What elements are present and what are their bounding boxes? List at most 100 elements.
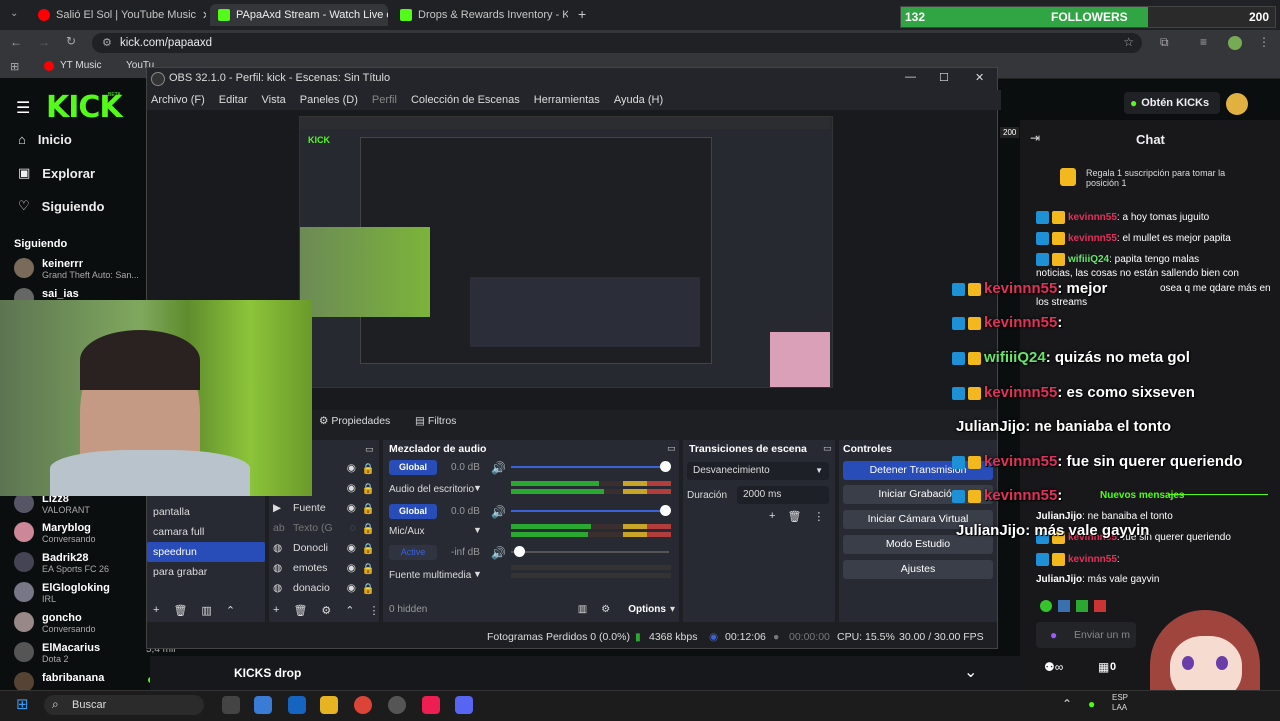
profile-avatar[interactable] bbox=[1226, 93, 1248, 115]
following-user[interactable]: goncho Conversando bbox=[14, 612, 96, 634]
new-messages-divider[interactable]: Nuevos mensajes bbox=[1100, 490, 1185, 501]
visibility-icon[interactable]: ◉ bbox=[347, 542, 356, 554]
points-icon[interactable]: ⚉∞ bbox=[1044, 660, 1063, 674]
following-user[interactable]: ElMacarius Dota 2 bbox=[14, 642, 100, 664]
mic-tray-icon[interactable]: ● bbox=[1088, 697, 1095, 711]
lock-icon[interactable]: 🔒 bbox=[362, 462, 375, 475]
close-icon[interactable]: ✕ bbox=[202, 9, 206, 22]
dock-menu-icon[interactable]: ▭ bbox=[365, 444, 374, 455]
tab-search-icon[interactable]: ⌄ bbox=[10, 8, 18, 19]
more-menu-icon[interactable]: ⋮ bbox=[1258, 35, 1270, 49]
browser-tab-kick-stream[interactable]: PApaAxd Stream - Watch Live o ✕ bbox=[210, 4, 388, 26]
remove-scene-icon[interactable]: 🗑 bbox=[173, 604, 187, 617]
windows-start-icon[interactable]: ⊞ bbox=[16, 695, 29, 713]
more-icon[interactable]: ⋮ bbox=[369, 604, 380, 617]
emote-icon[interactable] bbox=[1094, 600, 1106, 612]
taskbar-search[interactable]: ⌕ Buscar bbox=[44, 695, 204, 715]
scene-filters-icon[interactable]: ▥ bbox=[201, 604, 211, 617]
volume-handle[interactable] bbox=[660, 461, 671, 472]
visibility-icon[interactable]: ◉ bbox=[347, 582, 356, 594]
back-icon[interactable]: ← bbox=[10, 35, 22, 49]
menu-perfil[interactable]: Perfil bbox=[372, 94, 397, 106]
browser-tab-youtube-music[interactable]: Salió El Sol | YouTube Music ✕ bbox=[30, 4, 206, 26]
lock-icon[interactable]: 🔒 bbox=[362, 582, 375, 595]
media-icon[interactable]: ≡ bbox=[1200, 35, 1207, 49]
scene-item[interactable]: para grabar bbox=[147, 562, 265, 582]
mixer-global-button[interactable]: Global bbox=[389, 504, 437, 519]
mixer-global-button[interactable]: Global bbox=[389, 460, 437, 475]
forward-icon[interactable]: → bbox=[38, 35, 50, 49]
emote-icon[interactable] bbox=[1058, 600, 1070, 612]
mixer-settings-icon[interactable]: ⚙ bbox=[601, 604, 610, 615]
scene-item[interactable]: pantalla bbox=[147, 502, 265, 522]
new-tab-button[interactable]: + bbox=[578, 6, 586, 22]
volume-slider[interactable] bbox=[511, 551, 669, 553]
maximize-icon[interactable]: ☐ bbox=[939, 71, 949, 84]
following-user[interactable]: Maryblog Conversando bbox=[14, 522, 96, 544]
track-dropdown-icon[interactable]: ▼ bbox=[473, 525, 482, 535]
lock-icon[interactable]: 🔒 bbox=[362, 522, 375, 535]
options-dropdown[interactable]: Options bbox=[628, 604, 666, 615]
nav-inicio[interactable]: ⌂ Inicio bbox=[18, 132, 72, 147]
source-item[interactable]: ab Texto (G ◌ 🔒 bbox=[273, 518, 375, 538]
get-kicks-button[interactable]: ● Obtén KICKs bbox=[1124, 92, 1220, 114]
volume-slider[interactable] bbox=[511, 510, 669, 512]
transition-select[interactable]: Desvanecimiento ▼ bbox=[687, 462, 829, 480]
scene-item[interactable]: camara full bbox=[147, 522, 265, 542]
emote-icon[interactable] bbox=[1076, 600, 1088, 612]
scene-item-selected[interactable]: speedrun bbox=[147, 542, 265, 562]
remove-source-icon[interactable]: 🗑 bbox=[293, 604, 307, 617]
volume-handle[interactable] bbox=[514, 546, 525, 557]
volume-slider[interactable] bbox=[511, 466, 669, 468]
menu-archivo[interactable]: Archivo (F) bbox=[151, 94, 205, 106]
site-info-icon[interactable]: ⚙ bbox=[102, 36, 112, 49]
language-indicator[interactable]: ESP LAA bbox=[1112, 693, 1128, 713]
source-item[interactable]: ◍ emotes ◉ 🔒 bbox=[273, 558, 375, 578]
visibility-icon[interactable]: ◉ bbox=[347, 502, 356, 514]
following-user[interactable]: keinerrr Grand Theft Auto: San... bbox=[14, 258, 139, 280]
speaker-icon[interactable]: 🔊 bbox=[491, 461, 506, 475]
mixer-active-button[interactable]: Active bbox=[389, 545, 437, 560]
obs-taskbar-icon[interactable] bbox=[388, 696, 406, 714]
bookmark-yt-music[interactable]: YT Music bbox=[60, 60, 102, 71]
discord-icon[interactable] bbox=[455, 696, 473, 714]
chrome-icon[interactable] bbox=[354, 696, 372, 714]
add-transition-icon[interactable]: + bbox=[769, 510, 775, 523]
remove-transition-icon[interactable]: 🗑 bbox=[787, 510, 801, 523]
track-dropdown-icon[interactable]: ▼ bbox=[473, 483, 482, 493]
speaker-icon[interactable]: 🔊 bbox=[491, 546, 506, 560]
lock-icon[interactable]: 🔒 bbox=[362, 542, 375, 555]
visibility-icon[interactable]: ◌ bbox=[350, 522, 356, 534]
visibility-icon[interactable]: ◉ bbox=[347, 462, 356, 474]
extensions-icon[interactable]: ⧉ bbox=[1160, 35, 1169, 50]
source-item[interactable]: ◍ donacio ◉ 🔒 bbox=[273, 578, 375, 598]
close-icon[interactable]: ✕ bbox=[975, 71, 984, 84]
menu-paneles[interactable]: Paneles (D) bbox=[300, 94, 358, 106]
following-user[interactable]: Badrik28 EA Sports FC 26 bbox=[14, 552, 109, 574]
menu-icon[interactable]: ☰ bbox=[16, 98, 30, 118]
tiktok-icon[interactable] bbox=[422, 696, 440, 714]
collapse-chat-icon[interactable]: ⇥ bbox=[1030, 131, 1040, 145]
following-user[interactable]: Lizz8 VALORANT bbox=[14, 493, 90, 515]
emote-row[interactable] bbox=[1040, 600, 1106, 612]
url-field[interactable]: ⚙ kick.com/papaaxd ☆ bbox=[92, 33, 1142, 53]
task-view-icon[interactable] bbox=[222, 696, 240, 714]
chevron-down-icon[interactable]: ▾ bbox=[670, 604, 675, 615]
dock-menu-icon[interactable]: ▭ bbox=[667, 443, 676, 454]
shop-icon[interactable]: ▦ bbox=[1098, 660, 1109, 674]
kicks-drop-bar[interactable]: KICKS drop ⌄ bbox=[150, 656, 1020, 690]
menu-herramientas[interactable]: Herramientas bbox=[534, 94, 600, 106]
visibility-icon[interactable]: ◉ bbox=[347, 562, 356, 574]
volume-handle[interactable] bbox=[660, 505, 671, 516]
more-icon[interactable]: ⋮ bbox=[813, 510, 824, 523]
chat-input[interactable]: ● Enviar un m bbox=[1036, 622, 1136, 648]
minimize-icon[interactable]: — bbox=[905, 71, 916, 83]
move-up-icon[interactable]: ⌃ bbox=[226, 604, 235, 617]
source-item[interactable]: ▶ Fuente ◉ 🔒 bbox=[273, 498, 375, 518]
following-user[interactable]: fabribanana bbox=[14, 672, 104, 692]
emote-icon[interactable] bbox=[1040, 600, 1052, 612]
copilot-icon[interactable] bbox=[254, 696, 272, 714]
dock-menu-icon[interactable]: ▭ bbox=[823, 443, 832, 454]
properties-button[interactable]: ⚙ Propiedades bbox=[319, 415, 390, 427]
source-item[interactable]: ◍ Donocli ◉ 🔒 bbox=[273, 538, 375, 558]
